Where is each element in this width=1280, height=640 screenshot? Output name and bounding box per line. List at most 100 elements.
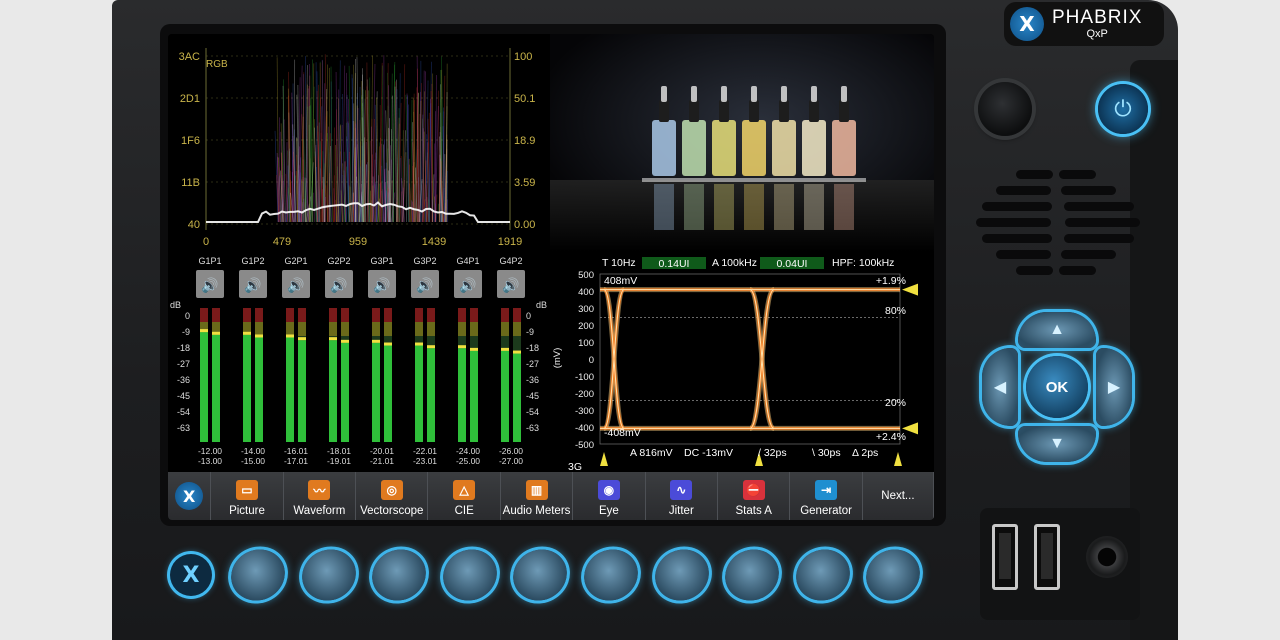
softkey-5[interactable] — [504, 540, 577, 610]
audio-level-bar — [470, 350, 478, 442]
audio-peak-left: -12.00 — [198, 446, 222, 456]
audio-peak-right: -21.01 — [370, 456, 394, 466]
dpad-right-button[interactable]: ▶ — [1096, 348, 1132, 426]
next-button[interactable]: Next... — [863, 472, 934, 520]
mute-button[interactable]: 🔊 — [454, 270, 482, 298]
softkey-1[interactable] — [222, 540, 294, 610]
db-label-right: dB — [536, 300, 547, 310]
softkey-4[interactable] — [433, 540, 506, 610]
eye-t-filter: T 10Hz — [602, 257, 636, 269]
waveform-x-tick: 959 — [349, 236, 367, 248]
audio-level-bar — [298, 340, 306, 442]
waveform-right-tick: 50.1 — [514, 93, 535, 105]
softkey-2[interactable] — [292, 540, 365, 610]
db-scale-left: -54 — [177, 407, 190, 417]
eye-y-unit: (mV) — [552, 348, 563, 369]
eye-y-tick: -500 — [575, 440, 594, 451]
arrow-down-icon: ▼ — [1049, 435, 1065, 452]
power-button[interactable]: ⏻ — [1098, 84, 1148, 134]
eye-a-filter: A 100kHz — [712, 257, 757, 269]
power-icon: ⏻ — [1114, 96, 1132, 121]
toolbar-vectorscope-button[interactable]: ◎ Vectorscope — [356, 472, 429, 520]
audio-level-bar — [200, 332, 208, 442]
audio-level-bar — [427, 348, 435, 442]
db-scale-left: -27 — [177, 359, 190, 369]
audio-level-bar — [243, 334, 251, 442]
bottom-toolbar: X ▭ Picture 〰 Waveform ◎ Vectorscope △ CIE ▥ Audi… — [168, 472, 934, 520]
audio-peak-right: -23.01 — [413, 456, 437, 466]
toolbar-stats-a-button[interactable]: ⛔ Stats A — [718, 472, 791, 520]
home-button[interactable]: X — [168, 472, 212, 520]
speaker-icon: 🔊 — [502, 276, 519, 294]
dpad-up-button[interactable]: ▲ — [1018, 312, 1096, 348]
audio-meters-panel[interactable]: dB dB 0 0 -9 -9 -18 -18 -27 -27 -36 -36 -45 -45 -54 -54… — [168, 254, 548, 470]
toolbar-cie-button[interactable]: △ CIE — [428, 472, 501, 520]
dpad-down-button[interactable]: ▼ — [1018, 426, 1096, 462]
audio-peak-right: -19.01 — [327, 456, 351, 466]
audio-level-bar — [415, 345, 423, 442]
audio-channel-label: G1P2 — [241, 256, 264, 266]
audio-level-bar — [341, 342, 349, 442]
audio-channel-label: G4P1 — [456, 256, 479, 266]
mute-button[interactable]: 🔊 — [325, 270, 353, 298]
db-scale-right: -9 — [526, 327, 534, 337]
softkey-3[interactable] — [363, 540, 436, 610]
dpad-left-button[interactable]: ◀ — [982, 348, 1018, 426]
waveform-left-tick: 40 — [188, 219, 200, 231]
toolbar-audio-meters-button[interactable]: ▥ Audio Meters — [501, 472, 574, 520]
headphone-jack[interactable] — [1086, 536, 1128, 578]
mute-button[interactable]: 🔊 — [239, 270, 267, 298]
softkey-8[interactable] — [716, 540, 789, 610]
rotary-knob[interactable] — [978, 82, 1032, 136]
toolbar-button-label: CIE — [454, 505, 474, 517]
speaker-icon: 🔊 — [244, 276, 261, 294]
waveform-left-tick: 11B — [181, 177, 200, 189]
waveform-x-tick: 479 — [273, 236, 291, 248]
mute-button[interactable]: 🔊 — [368, 270, 396, 298]
db-scale-left: -63 — [177, 423, 190, 433]
waveform-panel[interactable]: 3AC 100 2D1 50.1 1F6 18.9 11B 3.59 40 0.00 0 479 959… — [168, 34, 548, 252]
phabrix-softkey[interactable]: X — [170, 554, 212, 596]
toolbar-button-label: Waveform — [293, 505, 346, 517]
db-scale-right: -27 — [526, 359, 539, 369]
speaker-icon: 🔊 — [459, 276, 476, 294]
eye-pattern-panel[interactable]: T 10Hz 0.14UI A 100kHz 0.04UI HPF: 100kHz 500… — [550, 254, 934, 470]
toolbar-jitter-button[interactable]: ∿ Jitter — [646, 472, 719, 520]
db-scale-right: -18 — [526, 343, 539, 353]
waveform-x-tick: 1439 — [422, 236, 446, 248]
mute-button[interactable]: 🔊 — [196, 270, 224, 298]
toolbar-generator-button[interactable]: ⇥ Generator — [790, 472, 863, 520]
usb-port-1[interactable] — [992, 524, 1018, 590]
toolbar-button-label: Stats A — [735, 505, 772, 517]
jitter-icon: ∿ — [670, 480, 693, 500]
audio-peak-left: -16.01 — [284, 446, 308, 456]
audio-level-bar — [286, 337, 294, 442]
waveform-left-tick: 1F6 — [181, 135, 200, 147]
softkey-6[interactable] — [575, 540, 647, 610]
toolbar-picture-button[interactable]: ▭ Picture — [211, 472, 284, 520]
audio-peak-right: -15.00 — [241, 456, 265, 466]
eye-a-value: 0.04UI — [777, 258, 808, 270]
audio-channel-label: G3P2 — [413, 256, 436, 266]
arrow-up-icon: ▲ — [1049, 321, 1065, 338]
audio-level-bar — [513, 353, 521, 442]
audio-peak-right: -17.01 — [284, 456, 308, 466]
eye-pct-20: 20% — [885, 397, 906, 409]
toolbar-eye-button[interactable]: ◉ Eye — [573, 472, 646, 520]
eye-y-tick: -200 — [575, 389, 594, 400]
mute-button[interactable]: 🔊 — [411, 270, 439, 298]
softkey-7[interactable] — [645, 540, 718, 610]
eye-y-tick: 300 — [578, 304, 594, 315]
mute-button[interactable]: 🔊 — [282, 270, 310, 298]
db-scale-left: -9 — [182, 327, 190, 337]
picture-panel[interactable] — [550, 34, 934, 252]
softkey-9[interactable] — [786, 540, 859, 610]
brand-logo: X PHABRIX QxP — [1004, 2, 1164, 46]
toolbar-waveform-button[interactable]: 〰 Waveform — [284, 472, 357, 520]
mute-button[interactable]: 🔊 — [497, 270, 525, 298]
softkey-10[interactable] — [857, 540, 930, 610]
ok-button[interactable]: OK — [1026, 356, 1088, 418]
picture-icon: ▭ — [235, 480, 258, 500]
eye-amplitude: A 816mV — [630, 447, 673, 459]
usb-port-2[interactable] — [1034, 524, 1060, 590]
